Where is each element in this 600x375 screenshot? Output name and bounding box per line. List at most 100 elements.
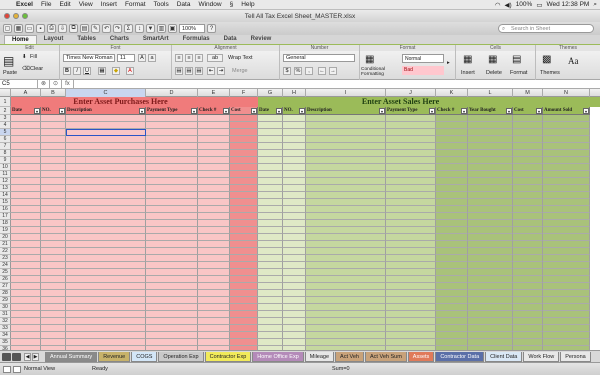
paste-big-icon[interactable]: ▤ xyxy=(3,54,14,68)
row-header-33[interactable]: 33 xyxy=(0,325,11,332)
cell[interactable] xyxy=(543,115,590,122)
cell[interactable] xyxy=(41,136,66,143)
row-header-21[interactable]: 21 xyxy=(0,241,11,248)
row-header-34[interactable]: 34 xyxy=(0,332,11,339)
cell[interactable] xyxy=(306,262,386,269)
cell[interactable] xyxy=(513,297,543,304)
cell[interactable] xyxy=(146,255,198,262)
cell[interactable] xyxy=(386,185,436,192)
script-icon[interactable]: § xyxy=(226,1,238,8)
cell[interactable] xyxy=(41,199,66,206)
cell[interactable] xyxy=(306,297,386,304)
menu-data[interactable]: Data xyxy=(173,1,195,8)
cell[interactable] xyxy=(386,248,436,255)
cell[interactable] xyxy=(543,255,590,262)
cell[interactable] xyxy=(386,297,436,304)
purchases-header-2[interactable]: Description ▾ xyxy=(66,107,146,115)
cell[interactable] xyxy=(146,129,198,136)
column-header-a[interactable]: A xyxy=(11,89,41,97)
cell[interactable] xyxy=(543,248,590,255)
cell[interactable] xyxy=(198,199,230,206)
cell[interactable] xyxy=(258,269,283,276)
cell[interactable] xyxy=(11,325,41,332)
cell[interactable] xyxy=(543,206,590,213)
row-header-30[interactable]: 30 xyxy=(0,304,11,311)
cell[interactable] xyxy=(258,150,283,157)
cell[interactable] xyxy=(306,115,386,122)
cell[interactable] xyxy=(230,178,258,185)
cell[interactable] xyxy=(513,325,543,332)
row-header-7[interactable]: 7 xyxy=(0,143,11,150)
help-icon[interactable]: ? xyxy=(207,24,216,33)
align-right-icon[interactable]: ▤ xyxy=(195,67,203,75)
selected-cell-c5[interactable] xyxy=(66,129,146,136)
cell[interactable] xyxy=(386,206,436,213)
row-header-22[interactable]: 22 xyxy=(0,248,11,255)
cell[interactable] xyxy=(386,318,436,325)
cell[interactable] xyxy=(258,185,283,192)
cell[interactable] xyxy=(198,255,230,262)
cell[interactable] xyxy=(283,206,306,213)
cell[interactable] xyxy=(146,241,198,248)
cell[interactable] xyxy=(66,332,146,339)
tab-tables[interactable]: Tables xyxy=(70,35,103,44)
themes-button[interactable]: Themes xyxy=(540,70,560,76)
sort-icon[interactable]: ↕ xyxy=(135,24,144,33)
cell[interactable] xyxy=(41,248,66,255)
cell[interactable] xyxy=(258,276,283,283)
cell[interactable] xyxy=(66,164,146,171)
purchases-header-3[interactable]: Payment Type ▾ xyxy=(146,107,198,115)
sum-status[interactable]: Sum=0 xyxy=(332,366,350,372)
cell[interactable] xyxy=(513,304,543,311)
cell[interactable] xyxy=(283,276,306,283)
sales-header-2[interactable]: Description ▾ xyxy=(306,107,386,115)
cell[interactable] xyxy=(11,332,41,339)
tab-data[interactable]: Data xyxy=(217,35,244,44)
cell[interactable] xyxy=(283,318,306,325)
filter-dropdown-icon[interactable]: ▾ xyxy=(299,108,305,114)
row-header-28[interactable]: 28 xyxy=(0,290,11,297)
cell[interactable] xyxy=(146,220,198,227)
cell[interactable] xyxy=(436,325,468,332)
cell[interactable] xyxy=(11,213,41,220)
cell[interactable] xyxy=(386,325,436,332)
cell[interactable] xyxy=(283,332,306,339)
cell[interactable] xyxy=(283,171,306,178)
row-header-35[interactable]: 35 xyxy=(0,339,11,346)
menu-insert[interactable]: Insert xyxy=(97,1,121,8)
cell[interactable] xyxy=(146,136,198,143)
cell[interactable] xyxy=(468,241,513,248)
cell[interactable] xyxy=(543,339,590,346)
menu-edit[interactable]: Edit xyxy=(55,1,74,8)
cell[interactable] xyxy=(11,164,41,171)
cell[interactable] xyxy=(41,332,66,339)
cell[interactable] xyxy=(11,199,41,206)
cell[interactable] xyxy=(198,311,230,318)
cell[interactable] xyxy=(543,136,590,143)
cell[interactable] xyxy=(230,318,258,325)
cell[interactable] xyxy=(513,262,543,269)
tab-home[interactable]: Home xyxy=(4,35,37,44)
cell[interactable] xyxy=(66,248,146,255)
cell[interactable] xyxy=(543,178,590,185)
cell[interactable] xyxy=(258,304,283,311)
cell[interactable] xyxy=(283,227,306,234)
cell[interactable] xyxy=(306,164,386,171)
cell[interactable] xyxy=(11,318,41,325)
cell[interactable] xyxy=(436,136,468,143)
sales-header-0[interactable]: Date ▾ xyxy=(258,107,283,115)
align-middle-icon[interactable]: ≡ xyxy=(185,54,193,62)
cell[interactable] xyxy=(66,150,146,157)
cell[interactable] xyxy=(146,269,198,276)
cell[interactable] xyxy=(513,136,543,143)
cell[interactable] xyxy=(283,122,306,129)
cell[interactable] xyxy=(436,339,468,346)
cell[interactable] xyxy=(306,213,386,220)
toolbox-icon[interactable]: ▣ xyxy=(168,24,177,33)
redo-icon[interactable]: ↷ xyxy=(113,24,122,33)
cell[interactable] xyxy=(230,304,258,311)
cell[interactable] xyxy=(386,115,436,122)
wifi-icon[interactable]: ◠ xyxy=(495,1,501,9)
cell[interactable] xyxy=(198,325,230,332)
align-top-icon[interactable]: ≡ xyxy=(175,54,183,62)
